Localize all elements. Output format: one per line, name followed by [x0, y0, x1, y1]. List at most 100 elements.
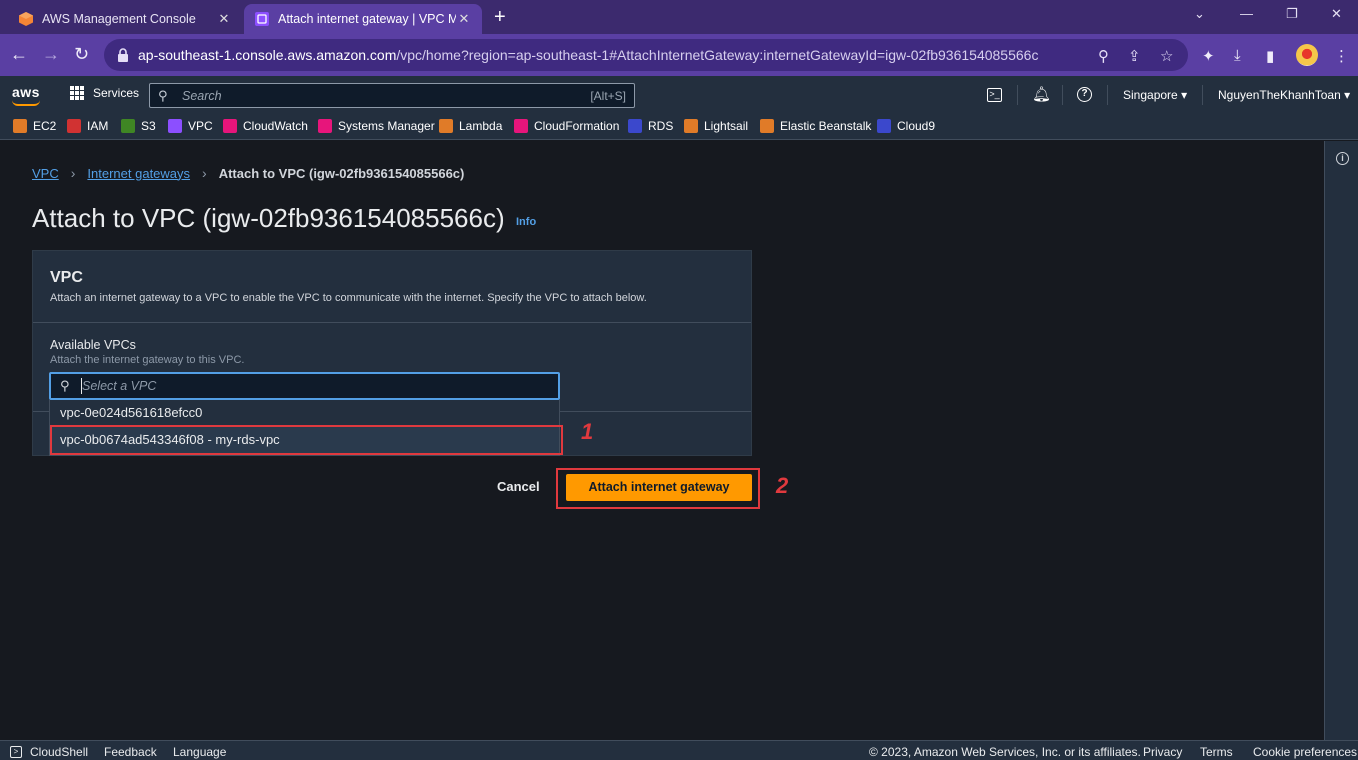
- forward-icon[interactable]: →: [42, 45, 60, 63]
- lightsail-icon: [684, 119, 698, 133]
- favorite-cloudwatch[interactable]: CloudWatch: [223, 119, 308, 133]
- browser-toolbar: ← → ↻ ap-southeast-1.console.aws.amazon.…: [0, 34, 1358, 76]
- aws-logo[interactable]: aws: [12, 84, 40, 100]
- lambda-icon: [439, 119, 453, 133]
- back-icon[interactable]: ←: [10, 45, 28, 63]
- divider: [33, 322, 751, 323]
- rds-icon: [628, 119, 642, 133]
- ec2-icon: [13, 119, 27, 133]
- console-footer: > CloudShell Feedback Language © 2023, A…: [0, 740, 1358, 760]
- info-icon[interactable]: i: [1336, 152, 1349, 165]
- aws-cube-icon: [19, 12, 33, 26]
- aws-top-nav: aws Services ⚲ Search [Alt+S] >_ 🔔︎ ? Si…: [0, 76, 1358, 114]
- page-title: Attach to VPC (igw-02fb936154085566c): [32, 203, 505, 233]
- side-panel-icon[interactable]: ▮: [1266, 47, 1274, 65]
- privacy-link[interactable]: Privacy: [1143, 745, 1182, 759]
- language-link[interactable]: Language: [173, 745, 226, 759]
- divider: [1107, 85, 1108, 105]
- chevron-right-icon: ›: [202, 165, 207, 181]
- caret-down-icon: ▾: [1344, 88, 1351, 102]
- field-label: Available VPCs: [50, 338, 136, 352]
- divider: [1017, 85, 1018, 105]
- annotation-number-1: 1: [581, 419, 594, 444]
- breadcrumb-current: Attach to VPC (igw-02fb936154085566c): [218, 165, 465, 181]
- minimize-icon[interactable]: —: [1240, 6, 1253, 21]
- annotation-number-2: 2: [776, 473, 789, 498]
- favorite-rds[interactable]: RDS: [628, 119, 673, 133]
- divider: [1062, 85, 1063, 105]
- s3-icon: [121, 119, 135, 133]
- address-bar[interactable]: ap-southeast-1.console.aws.amazon.com/vp…: [104, 39, 1188, 71]
- reload-icon[interactable]: ↻: [74, 45, 89, 63]
- help-icon[interactable]: ?: [1077, 87, 1092, 102]
- tab-search-icon[interactable]: ⌄: [1194, 6, 1205, 22]
- more-menu-icon[interactable]: ⋮: [1334, 47, 1349, 65]
- close-tab-icon[interactable]: ✕: [456, 11, 472, 27]
- cookie-preferences-link[interactable]: Cookie preferences: [1253, 745, 1357, 759]
- elastic-beanstalk-icon: [760, 119, 774, 133]
- breadcrumb-internet-gateways[interactable]: Internet gateways: [87, 166, 190, 181]
- account-menu[interactable]: NguyenTheKhanhToan ▾: [1218, 88, 1350, 102]
- attach-internet-gateway-button[interactable]: Attach internet gateway: [566, 474, 752, 501]
- tab-attach-igw[interactable]: Attach internet gateway | VPC Ma ✕: [244, 4, 482, 34]
- panel-description: Attach an internet gateway to a VPC to e…: [50, 292, 647, 304]
- cloudwatch-icon: [223, 119, 237, 133]
- restore-icon[interactable]: ❐: [1286, 6, 1298, 22]
- favorite-ec2[interactable]: EC2: [13, 119, 56, 133]
- cloudformation-icon: [514, 119, 528, 133]
- caret-down-icon: ▾: [1181, 88, 1188, 102]
- profile-avatar[interactable]: [1296, 44, 1318, 66]
- download-icon[interactable]: ⤓: [1234, 47, 1241, 64]
- close-tab-icon[interactable]: ✕: [216, 11, 232, 27]
- grid-icon: [70, 86, 84, 100]
- share-icon[interactable]: ⇪: [1128, 47, 1141, 65]
- search-icon: ⚲: [60, 378, 70, 393]
- terms-link[interactable]: Terms: [1200, 745, 1233, 759]
- copyright-text: © 2023, Amazon Web Services, Inc. or its…: [869, 745, 1141, 759]
- main-content: VPC › Internet gateways › Attach to VPC …: [0, 141, 1324, 740]
- zoom-icon[interactable]: ⚲: [1098, 47, 1109, 65]
- breadcrumb: VPC › Internet gateways › Attach to VPC …: [32, 165, 464, 181]
- favorite-systems-manager[interactable]: Systems Manager: [318, 119, 435, 133]
- favorite-lightsail[interactable]: Lightsail: [684, 119, 748, 133]
- cloudshell-link[interactable]: CloudShell: [30, 745, 88, 759]
- help-panel-rail: i: [1324, 141, 1358, 740]
- panel-heading: VPC: [50, 269, 83, 286]
- console-search-input[interactable]: ⚲ Search [Alt+S]: [149, 83, 635, 108]
- search-icon: ⚲: [158, 88, 168, 103]
- bookmark-star-icon[interactable]: ☆: [1160, 47, 1173, 65]
- bell-icon[interactable]: 🔔︎: [1032, 85, 1051, 103]
- vpc-option[interactable]: vpc-0e024d561618efcc0: [50, 400, 559, 426]
- new-tab-icon[interactable]: +: [494, 6, 506, 28]
- favorite-cloudformation[interactable]: CloudFormation: [514, 119, 619, 133]
- vpc-icon: [255, 12, 269, 26]
- favorite-elastic-beanstalk[interactable]: Elastic Beanstalk: [760, 119, 871, 133]
- services-menu[interactable]: Services: [70, 86, 139, 100]
- systems-manager-icon: [318, 119, 332, 133]
- favorite-lambda[interactable]: Lambda: [439, 119, 502, 133]
- region-selector[interactable]: Singapore ▾: [1123, 88, 1187, 102]
- favorite-s3[interactable]: S3: [121, 119, 156, 133]
- close-window-icon[interactable]: ✕: [1331, 6, 1342, 22]
- info-link[interactable]: Info: [516, 216, 536, 228]
- favorite-iam[interactable]: IAM: [67, 119, 108, 133]
- annotation-highlight-1: [50, 425, 563, 455]
- browser-tab-bar: AWS Management Console ✕ Attach internet…: [0, 0, 1358, 34]
- field-hint: Attach the internet gateway to this VPC.: [50, 354, 245, 366]
- vpc-select-input[interactable]: ⚲ Select a VPC: [49, 372, 560, 400]
- tab-aws-console[interactable]: AWS Management Console ✕: [8, 4, 242, 34]
- favorite-vpc[interactable]: VPC: [168, 119, 213, 133]
- feedback-link[interactable]: Feedback: [104, 745, 157, 759]
- cancel-button[interactable]: Cancel: [497, 479, 540, 494]
- url-text: ap-southeast-1.console.aws.amazon.com/vp…: [138, 47, 1039, 63]
- iam-icon: [67, 119, 81, 133]
- vpc-icon: [168, 119, 182, 133]
- extensions-icon[interactable]: ✦: [1202, 47, 1215, 65]
- aws-logo-smile: [12, 100, 40, 106]
- cloud9-icon: [877, 119, 891, 133]
- cloudshell-icon[interactable]: >_: [987, 88, 1002, 102]
- favorite-cloud9[interactable]: Cloud9: [877, 119, 935, 133]
- breadcrumb-vpc[interactable]: VPC: [32, 166, 59, 181]
- lock-icon: [118, 48, 128, 62]
- chevron-right-icon: ›: [70, 165, 76, 181]
